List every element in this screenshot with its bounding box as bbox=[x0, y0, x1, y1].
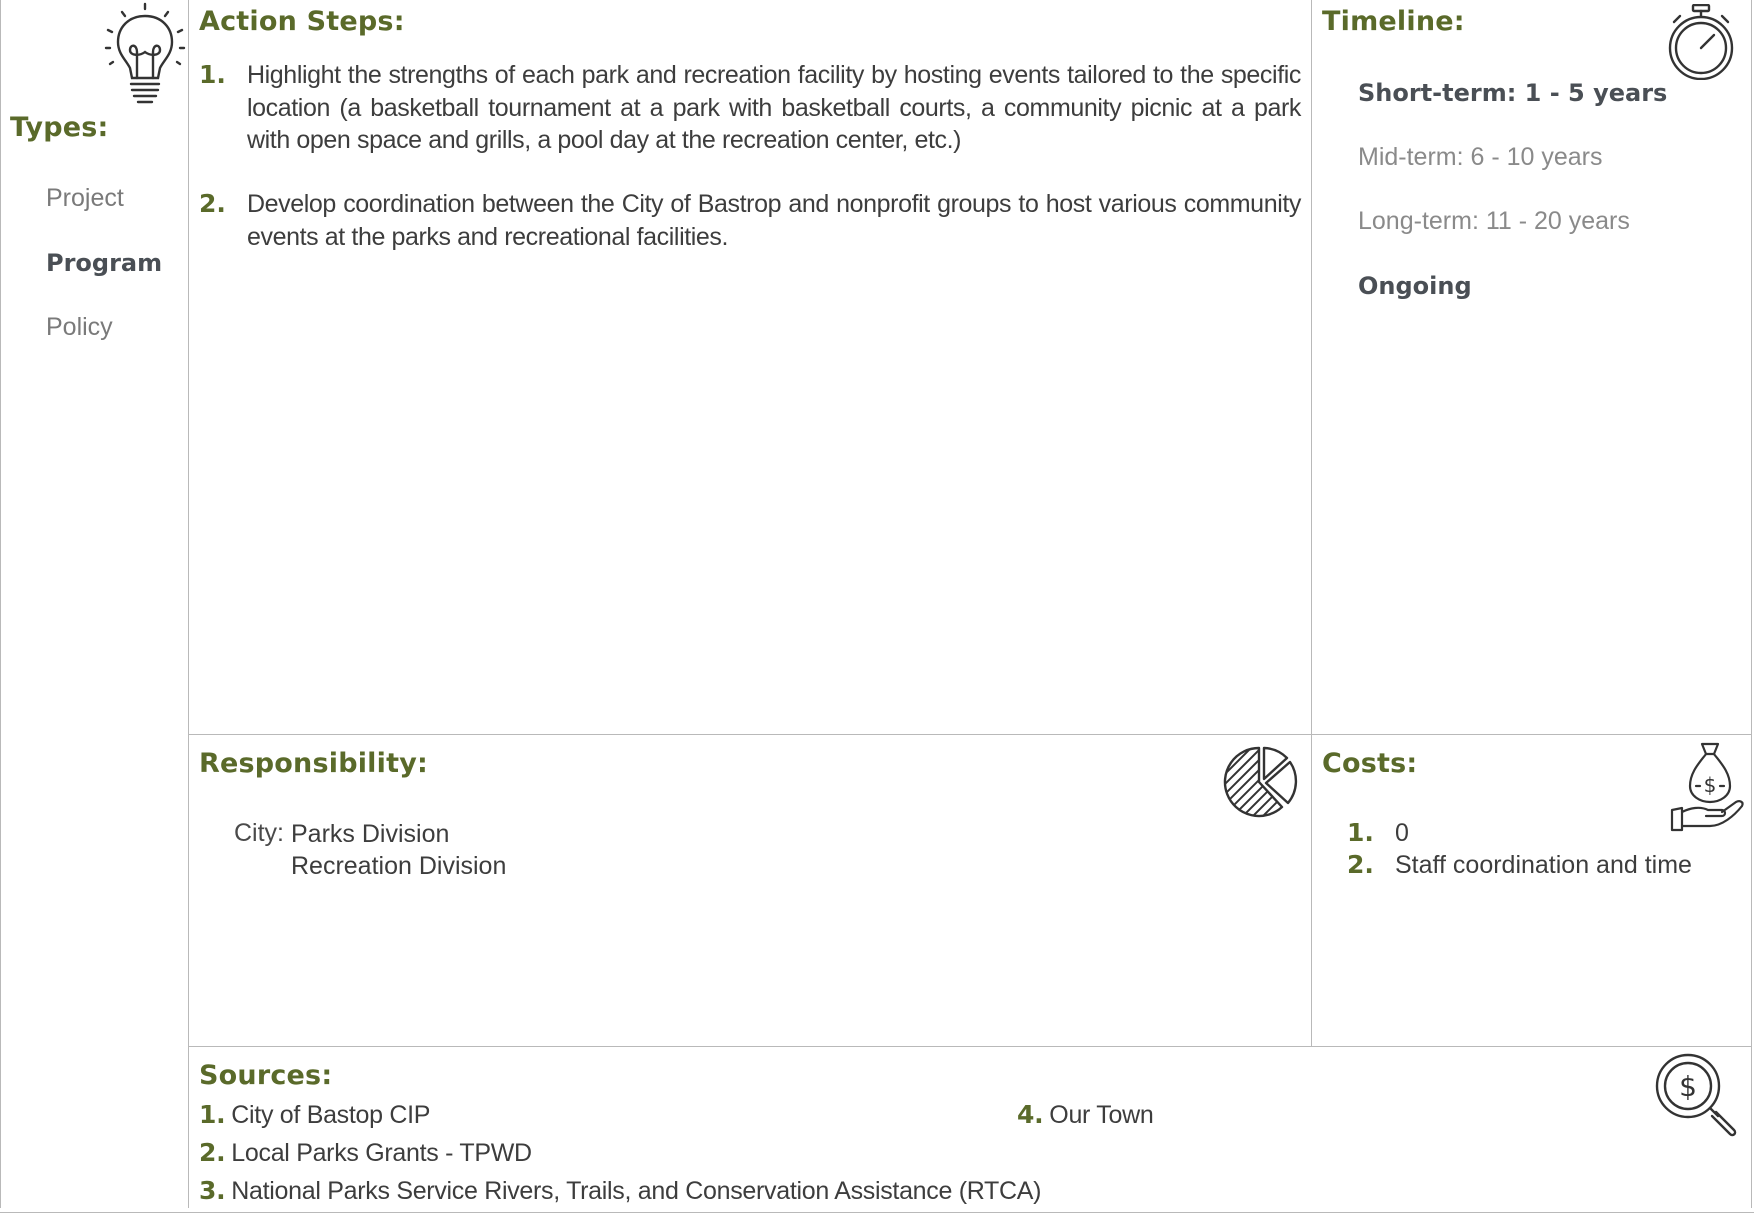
costs-heading: Costs: bbox=[1322, 748, 1418, 779]
cost-text: 0 bbox=[1395, 819, 1409, 847]
left-border bbox=[0, 0, 1, 1208]
cost-number: 2. bbox=[1347, 850, 1374, 879]
sources-heading: Sources: bbox=[199, 1060, 333, 1091]
source-item-4: 4. Our Town bbox=[1017, 1100, 1154, 1130]
source-item-1: 1. City of Bastop CIP bbox=[199, 1100, 430, 1130]
timeline-long-term: Long-term: 11 - 20 years bbox=[1358, 207, 1630, 235]
step-text: Highlight the strengths of each park and… bbox=[247, 61, 1301, 154]
source-text: National Parks Service Rivers, Trails, a… bbox=[231, 1177, 1042, 1205]
source-number: 1. bbox=[199, 1100, 226, 1129]
pie-chart-icon bbox=[1223, 746, 1299, 818]
lightbulb-icon bbox=[104, 2, 186, 104]
cost-text: Staff coordination and time bbox=[1395, 851, 1692, 879]
magnifier-dollar-icon: $ bbox=[1654, 1052, 1740, 1138]
type-program: Program bbox=[46, 249, 163, 277]
source-text: City of Bastop CIP bbox=[231, 1101, 431, 1129]
types-divider bbox=[188, 0, 189, 1208]
responsibility-heading: Responsibility: bbox=[199, 748, 428, 779]
sources-divider bbox=[188, 1046, 1752, 1047]
stopwatch-icon bbox=[1666, 4, 1736, 80]
cost-item-1: 1. 0 bbox=[1347, 818, 1409, 848]
source-number: 3. bbox=[199, 1176, 226, 1205]
timeline-heading: Timeline: bbox=[1322, 6, 1465, 37]
money-bag-hand-icon: $ bbox=[1670, 742, 1746, 834]
types-heading: Types: bbox=[10, 112, 109, 143]
source-text: Our Town bbox=[1049, 1101, 1154, 1129]
action-step-2: 2. Develop coordination between the City… bbox=[199, 188, 1301, 253]
step-number: 2. bbox=[199, 189, 226, 218]
timeline-ongoing: Ongoing bbox=[1358, 272, 1472, 300]
type-project: Project bbox=[46, 184, 124, 212]
source-number: 2. bbox=[199, 1138, 226, 1167]
responsibility-value-1: Parks Division bbox=[291, 820, 450, 848]
step-number: 1. bbox=[199, 60, 226, 89]
cost-number: 1. bbox=[1347, 818, 1374, 847]
middle-divider bbox=[188, 734, 1752, 735]
type-policy: Policy bbox=[46, 313, 113, 341]
source-item-2: 2. Local Parks Grants - TPWD bbox=[199, 1138, 532, 1168]
svg-text:$: $ bbox=[1679, 1070, 1697, 1103]
timeline-mid-term: Mid-term: 6 - 10 years bbox=[1358, 143, 1603, 171]
svg-text:$: $ bbox=[1704, 773, 1717, 797]
source-number: 4. bbox=[1017, 1100, 1044, 1129]
timeline-short-term: Short-term: 1 - 5 years bbox=[1358, 79, 1668, 107]
step-text: Develop coordination between the City of… bbox=[247, 190, 1301, 251]
timeline-divider bbox=[1311, 0, 1312, 1046]
action-step-1: 1. Highlight the strengths of each park … bbox=[199, 59, 1301, 157]
source-text: Local Parks Grants - TPWD bbox=[231, 1139, 532, 1167]
responsibility-value-2: Recreation Division bbox=[291, 852, 507, 880]
source-item-3: 3. National Parks Service Rivers, Trails,… bbox=[199, 1176, 1041, 1206]
action-steps-heading: Action Steps: bbox=[199, 6, 405, 37]
cost-item-2: 2. Staff coordination and time bbox=[1347, 850, 1692, 880]
right-border bbox=[1751, 0, 1752, 1208]
responsibility-city-label: City: bbox=[234, 819, 284, 847]
